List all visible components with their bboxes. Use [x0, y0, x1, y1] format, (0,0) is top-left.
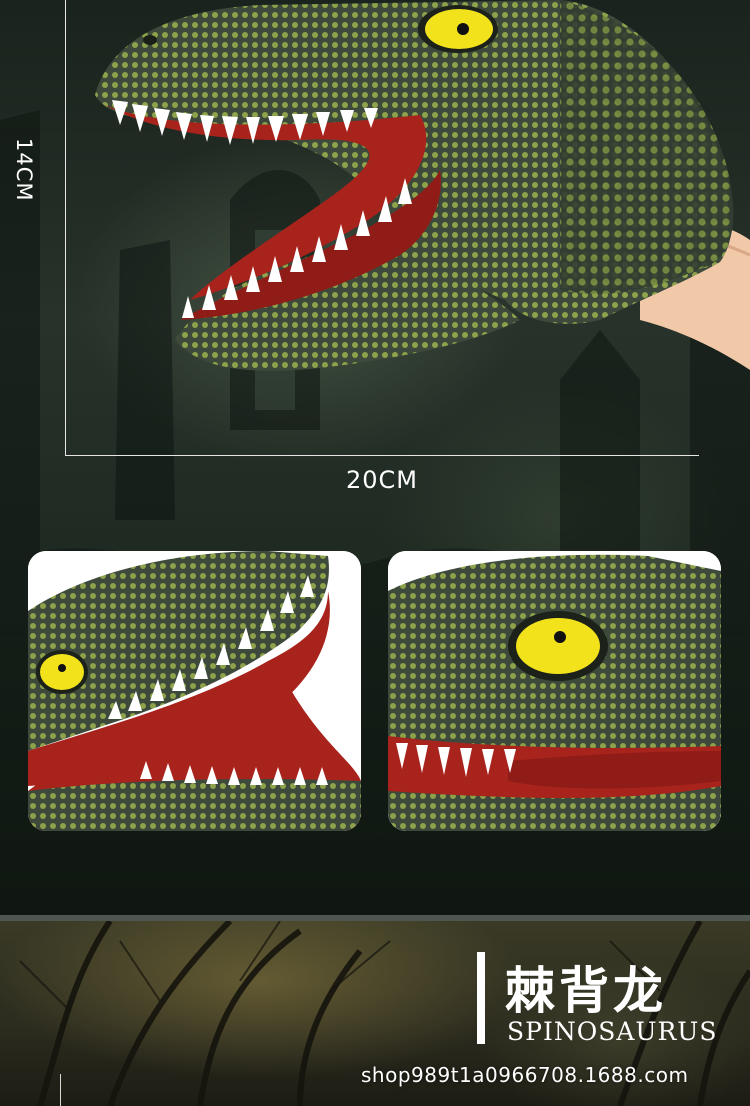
top-product-scene: 14CM 20CM: [0, 0, 750, 915]
dinosaur-eye-closeup: [388, 551, 721, 831]
height-dimension-line: [65, 0, 66, 455]
detail-photo-mouth: [28, 551, 361, 831]
width-dimension-line: [65, 455, 699, 456]
product-name-english: SPINOSAURUS: [507, 1017, 718, 1046]
product-name-chinese: 棘背龙: [505, 962, 667, 1020]
product-title-banner: 棘背龙 SPINOSAURUS shop989t1a0966708.1688.c…: [0, 921, 750, 1106]
dinosaur-head-hero: [95, 0, 734, 371]
shop-url-watermark: shop989t1a0966708.1688.com: [361, 1063, 689, 1087]
banner-tick-line: [60, 1074, 61, 1106]
width-dimension-label: 20CM: [346, 466, 419, 494]
detail-photo-eye: [388, 551, 721, 831]
height-dimension-label: 14CM: [12, 138, 36, 202]
title-accent-bar: [477, 952, 485, 1044]
dinosaur-mouth-closeup: [28, 551, 361, 831]
